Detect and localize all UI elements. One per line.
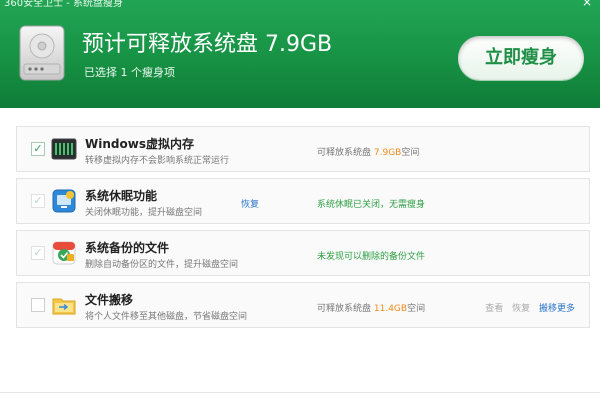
close-icon[interactable]: × [582, 0, 592, 8]
list-item-backup-files: ✓ 系统备份的文件 删除自动备份区的文件，提升磁盘空间 未发现可以删除的备份文件 [16, 230, 590, 276]
file-move-title: 文件搬移 [85, 293, 134, 307]
hibernation-status: 系统休眠已关闭，无需瘦身 [317, 200, 426, 210]
backup-files-checkbox[interactable]: ✓ [31, 246, 45, 260]
virtual-memory-checkbox[interactable]: ✓ [31, 142, 45, 156]
backup-files-status: 未发现可以删除的备份文件 [317, 252, 426, 262]
move-more-link[interactable]: 搬移更多 [539, 304, 575, 314]
memory-chip-icon [51, 136, 77, 162]
file-move-status: 可释放系统盘 11.4GB空间 [317, 301, 425, 314]
status-suffix: 空间 [407, 304, 426, 314]
list-item-file-move: 文件搬移 将个人文件移至其他磁盘，节省磁盘空间 可释放系统盘 11.4GB空间 … [16, 282, 590, 328]
list-item-hibernation: ✓ 系统休眠功能 关闭休眠功能，提升磁盘空间 恢复 系统休眠已关闭，无需瘦身 [16, 178, 590, 224]
folder-move-icon [51, 292, 77, 318]
virtual-memory-title: Windows虚拟内存 [85, 137, 194, 151]
file-move-actions: 查看 恢复 搬移更多 [485, 301, 575, 314]
slim-now-button[interactable]: 立即瘦身 [458, 36, 584, 80]
backup-icon [51, 240, 77, 266]
virtual-memory-status: 可释放系统盘 7.9GB空间 [317, 145, 419, 158]
hibernation-checkbox[interactable]: ✓ [31, 194, 45, 208]
file-move-checkbox[interactable] [31, 298, 45, 312]
slim-now-label: 立即瘦身 [485, 47, 557, 68]
list-item-virtual-memory: ✓ Windows虚拟内存 转移虚拟内存不会影响系统正常运行 可释放系统盘 7.… [16, 126, 590, 172]
hibernation-restore-link[interactable]: 恢复 [241, 197, 259, 210]
window-title: 360安全卫士 - 系统盘瘦身 [4, 0, 124, 9]
page-title: 预计可释放系统盘 7.9GB [82, 32, 333, 57]
view-link[interactable]: 查看 [485, 304, 503, 314]
status-size: 7.9GB [373, 148, 402, 158]
bottom-divider [0, 392, 600, 393]
backup-files-title: 系统备份的文件 [85, 241, 170, 255]
hard-disk-icon [18, 24, 66, 82]
hibernation-description: 关闭休眠功能，提升磁盘空间 [85, 208, 203, 218]
title-bar: 360安全卫士 - 系统盘瘦身 × [0, 0, 600, 10]
virtual-memory-description: 转移虚拟内存不会影响系统正常运行 [85, 156, 230, 166]
status-prefix: 可释放系统盘 [317, 148, 374, 158]
hibernate-icon [51, 188, 77, 214]
backup-files-description: 删除自动备份区的文件，提升磁盘空间 [85, 260, 239, 270]
file-move-description: 将个人文件移至其他磁盘，节省磁盘空间 [85, 312, 248, 322]
status-size: 11.4GB [373, 304, 408, 314]
header-banner: 360安全卫士 - 系统盘瘦身 × 预计可释放系统盘 7.9GB 已选择 1 个… [0, 0, 600, 108]
status-prefix: 可释放系统盘 [317, 304, 374, 314]
status-suffix: 空间 [401, 148, 420, 158]
selection-count: 已选择 1 个瘦身项 [84, 66, 175, 79]
restore-link[interactable]: 恢复 [512, 304, 530, 314]
hibernation-title: 系统休眠功能 [85, 189, 158, 203]
